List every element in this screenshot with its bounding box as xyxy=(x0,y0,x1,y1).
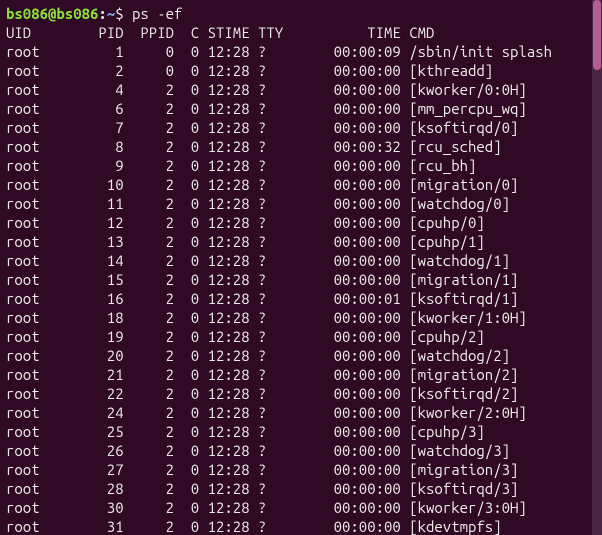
prompt-colon: : xyxy=(98,5,106,22)
vertical-scrollbar[interactable] xyxy=(592,0,602,535)
process-row: root 27 2 0 12:28 ? 00:00:00 [migration/… xyxy=(6,461,518,478)
process-row: root 7 2 0 12:28 ? 00:00:00 [ksoftirqd/0… xyxy=(6,119,518,136)
process-row: root 21 2 0 12:28 ? 00:00:00 [migration/… xyxy=(6,366,518,383)
prompt-command: ps -ef xyxy=(132,5,182,22)
process-row: root 20 2 0 12:28 ? 00:00:00 [watchdog/2… xyxy=(6,347,510,364)
process-row: root 10 2 0 12:28 ? 00:00:00 [migration/… xyxy=(6,176,518,193)
process-row: root 31 2 0 12:28 ? 00:00:00 [kdevtmpfs] xyxy=(6,518,502,535)
prompt-path: ~ xyxy=(107,5,115,22)
process-row: root 1 0 0 12:28 ? 00:00:09 /sbin/init s… xyxy=(6,43,552,60)
process-row: root 14 2 0 12:28 ? 00:00:00 [watchdog/1… xyxy=(6,252,510,269)
process-row: root 18 2 0 12:28 ? 00:00:00 [kworker/1:… xyxy=(6,309,527,326)
process-row: root 4 2 0 12:28 ? 00:00:00 [kworker/0:0… xyxy=(6,81,527,98)
prompt-dollar: $ xyxy=(115,5,132,22)
process-row: root 2 0 0 12:28 ? 00:00:00 [kthreadd] xyxy=(6,62,493,79)
process-row: root 9 2 0 12:28 ? 00:00:00 [rcu_bh] xyxy=(6,157,476,174)
process-row: root 13 2 0 12:28 ? 00:00:00 [cpuhp/1] xyxy=(6,233,485,250)
process-row: root 12 2 0 12:28 ? 00:00:00 [cpuhp/0] xyxy=(6,214,485,231)
scrollbar-thumb[interactable] xyxy=(593,0,601,70)
process-row: root 6 2 0 12:28 ? 00:00:00 [mm_percpu_w… xyxy=(6,100,527,117)
process-row: root 22 2 0 12:28 ? 00:00:00 [ksoftirqd/… xyxy=(6,385,518,402)
process-row: root 11 2 0 12:28 ? 00:00:00 [watchdog/0… xyxy=(6,195,510,212)
process-row: root 25 2 0 12:28 ? 00:00:00 [cpuhp/3] xyxy=(6,423,485,440)
process-row: root 26 2 0 12:28 ? 00:00:00 [watchdog/3… xyxy=(6,442,510,459)
process-row: root 8 2 0 12:28 ? 00:00:32 [rcu_sched] xyxy=(6,138,502,155)
process-row: root 15 2 0 12:28 ? 00:00:00 [migration/… xyxy=(6,271,518,288)
process-row: root 28 2 0 12:28 ? 00:00:00 [ksoftirqd/… xyxy=(6,480,518,497)
process-row: root 19 2 0 12:28 ? 00:00:00 [cpuhp/2] xyxy=(6,328,485,345)
process-row: root 16 2 0 12:28 ? 00:00:01 [ksoftirqd/… xyxy=(6,290,518,307)
process-row: root 24 2 0 12:28 ? 00:00:00 [kworker/2:… xyxy=(6,404,527,421)
terminal-output[interactable]: bs086@bs086:~$ ps -ef UID PID PPID C STI… xyxy=(0,0,602,535)
process-row: root 30 2 0 12:28 ? 00:00:00 [kworker/3:… xyxy=(6,499,527,516)
ps-header-row: UID PID PPID C STIME TTY TIME CMD xyxy=(6,24,434,41)
prompt-user-host: bs086@bs086 xyxy=(6,5,98,22)
